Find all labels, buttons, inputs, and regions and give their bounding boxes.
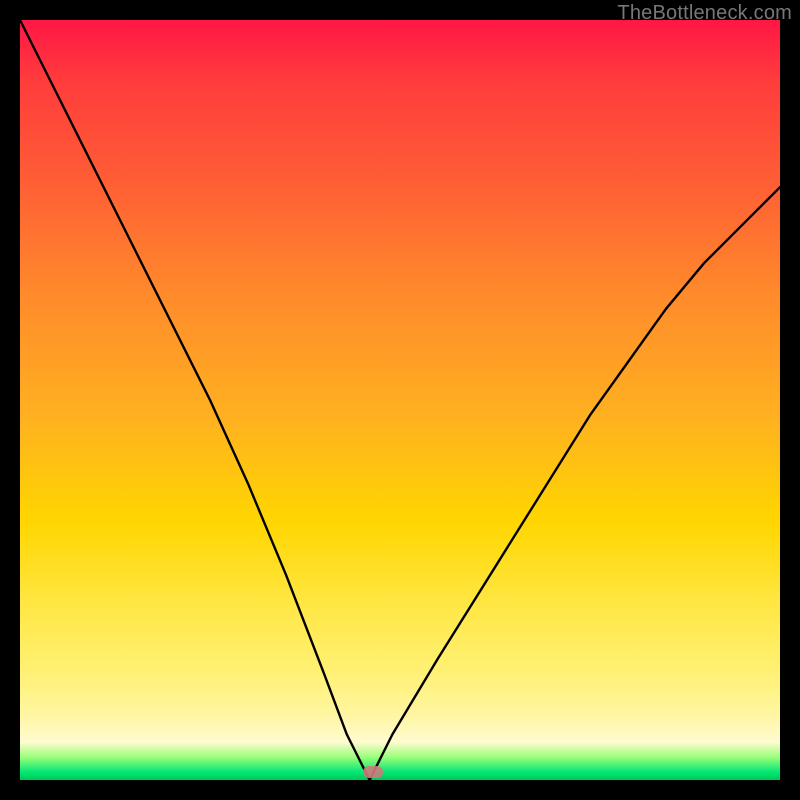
watermark-text: TheBottleneck.com <box>617 2 792 25</box>
chart-frame: TheBottleneck.com <box>0 0 800 800</box>
bottleneck-curve <box>20 20 780 780</box>
plot-area <box>20 20 780 780</box>
optimal-point-marker <box>363 766 383 778</box>
